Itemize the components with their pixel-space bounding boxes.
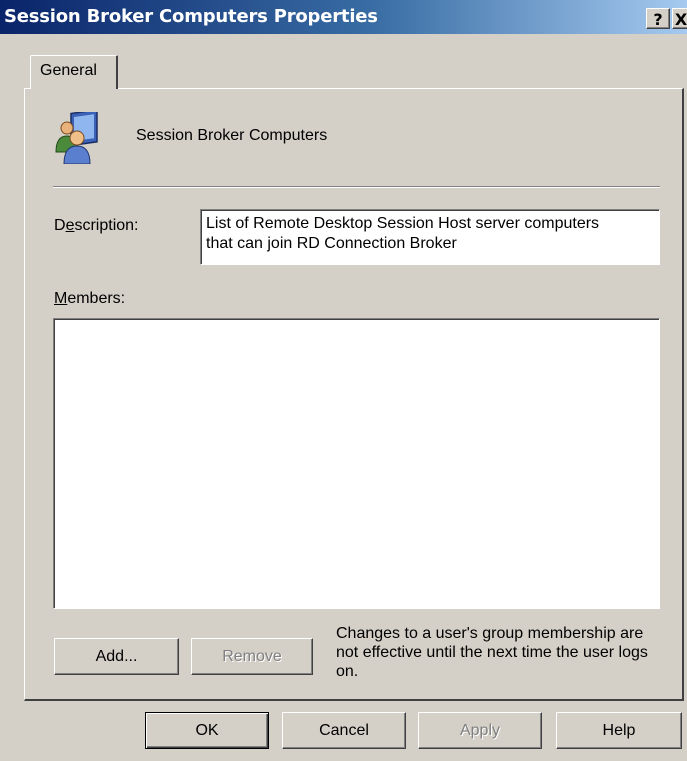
description-label-mnemonic: e xyxy=(65,217,75,234)
members-label-mnemonic: M xyxy=(54,290,68,307)
users-group-icon xyxy=(55,112,98,164)
tab-general-label: General xyxy=(40,62,97,79)
members-list[interactable] xyxy=(53,318,660,609)
description-field[interactable]: List of Remote Desktop Session Host serv… xyxy=(200,209,660,265)
remove-button[interactable]: Remove xyxy=(191,638,313,675)
separator xyxy=(53,186,660,188)
membership-note: Changes to a user's group membership are… xyxy=(336,625,648,680)
window-title: Session Broker Computers Properties xyxy=(4,6,378,27)
group-name: Session Broker Computers xyxy=(136,127,328,144)
close-icon: X xyxy=(674,10,687,29)
title-bar: Session Broker Computers Properties ? X xyxy=(0,0,687,34)
add-button[interactable]: Add... xyxy=(54,638,179,675)
ok-button[interactable]: OK xyxy=(145,712,269,749)
tab-general[interactable]: General xyxy=(30,55,118,89)
help-button[interactable]: Help xyxy=(556,712,682,749)
help-caption-button[interactable]: ? xyxy=(646,8,670,29)
apply-button[interactable]: Apply xyxy=(418,712,542,749)
members-label: Members: xyxy=(54,290,126,307)
description-label: Description: xyxy=(54,217,139,234)
question-mark-icon: ? xyxy=(653,10,663,29)
close-caption-button[interactable]: X xyxy=(672,8,687,29)
cancel-button[interactable]: Cancel xyxy=(282,712,406,749)
